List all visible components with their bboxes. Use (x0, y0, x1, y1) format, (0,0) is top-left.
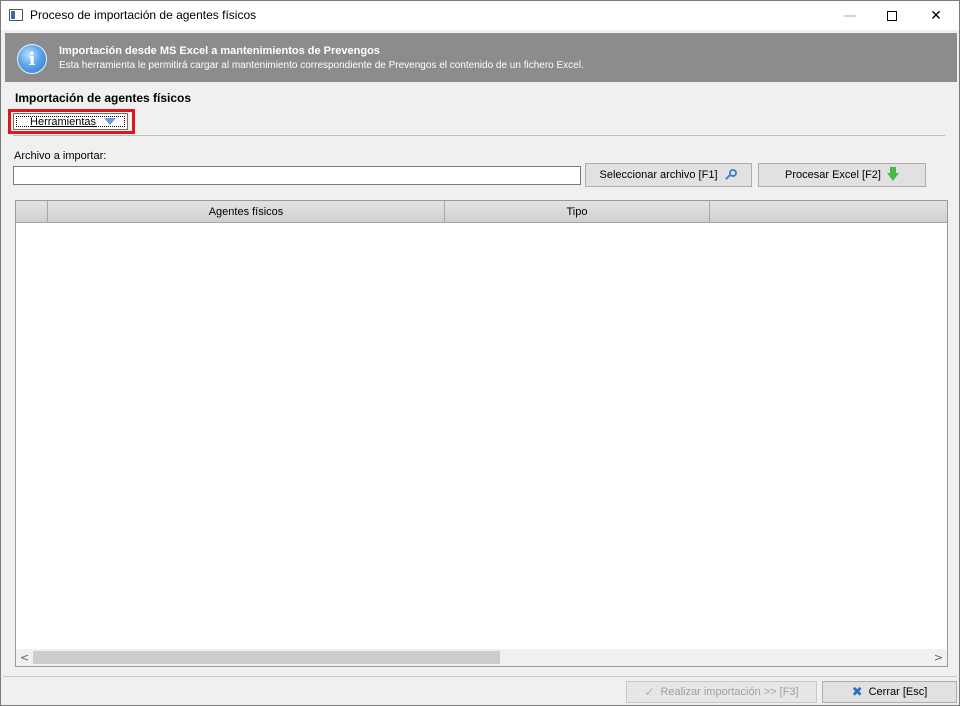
separator (13, 135, 945, 136)
select-file-button[interactable]: Seleccionar archivo [F1] (585, 163, 752, 187)
scroll-left-icon[interactable]: < (16, 649, 33, 666)
column-header-tipo[interactable]: Tipo (445, 201, 710, 223)
close-icon: ✕ (930, 7, 942, 24)
app-window-icon (9, 9, 23, 21)
info-banner: i Importación desde MS Excel a mantenimi… (5, 33, 957, 82)
import-window: Proceso de importación de agentes físico… (0, 0, 960, 706)
section-title: Importación de agentes físicos (15, 91, 192, 105)
close-button-label: Cerrar [Esc] (868, 686, 928, 698)
tools-dropdown-button[interactable]: Herramientas (13, 113, 128, 130)
banner-subtitle: Esta herramienta le permitirá cargar al … (59, 60, 584, 71)
minimize-button[interactable]: — (827, 1, 873, 30)
close-x-icon: ✖ (851, 684, 863, 700)
tools-button-label: Herramientas (30, 115, 97, 128)
column-header-agentes[interactable]: Agentes físicos (48, 201, 445, 223)
grid-header: Agentes físicos Tipo (16, 201, 947, 223)
title-bar: Proceso de importación de agentes físico… (1, 1, 959, 30)
scroll-right-icon[interactable]: > (930, 649, 947, 666)
select-file-label: Seleccionar archivo [F1] (599, 169, 718, 181)
search-icon (724, 169, 738, 181)
import-button-label: Realizar importación >> [F3] (660, 686, 799, 698)
maximize-button[interactable] (869, 1, 915, 30)
info-icon: i (17, 44, 47, 74)
process-excel-label: Procesar Excel [F2] (785, 169, 881, 181)
check-icon: ✓ (644, 685, 655, 699)
minimize-icon: — (843, 7, 857, 24)
banner-title: Importación desde MS Excel a mantenimien… (59, 45, 380, 57)
close-window-button[interactable]: ✕ (913, 1, 959, 30)
agents-grid[interactable]: Agentes físicos Tipo < > (15, 200, 948, 667)
import-button[interactable]: ✓ Realizar importación >> [F3] (626, 681, 817, 703)
footer-separator (3, 676, 957, 677)
process-excel-button[interactable]: Procesar Excel [F2] (758, 163, 926, 187)
horizontal-scrollbar[interactable]: < > (16, 649, 947, 666)
chevron-down-icon (104, 118, 117, 125)
scrollbar-thumb[interactable] (33, 651, 500, 664)
row-indicator-header (16, 201, 48, 223)
close-button[interactable]: ✖ Cerrar [Esc] (822, 681, 957, 703)
column-header-empty (710, 201, 947, 223)
maximize-icon (887, 10, 897, 21)
window-title: Proceso de importación de agentes físico… (30, 8, 257, 22)
file-label: Archivo a importar: (14, 150, 107, 162)
file-path-input[interactable] (13, 166, 581, 185)
arrow-down-icon (886, 167, 899, 181)
